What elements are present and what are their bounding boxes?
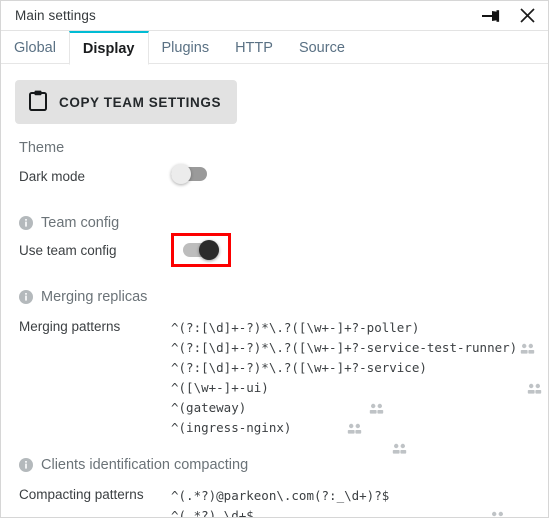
tab-label: Global — [14, 39, 56, 56]
main-settings-window: Main settings Global Display Plugins HTT… — [0, 0, 549, 518]
tab-label: Plugins — [161, 39, 210, 56]
tab-label: Display — [82, 40, 135, 57]
compacting-patterns-label: Compacting patterns — [19, 487, 144, 502]
pattern-item: ^(.*?)@parkeon\.com(?:_\d+)?$ — [171, 486, 503, 516]
pattern-item: ^(?:[\d]+-?)*\.?([\w+-]+?-service-test-r… — [171, 338, 542, 357]
section-title-merging-replicas: Merging replicas — [19, 289, 548, 305]
pattern-item: ^(ingress-nginx) — [171, 418, 542, 454]
tab-display[interactable]: Display — [68, 31, 149, 65]
people-icon[interactable] — [256, 402, 361, 434]
row-use-team-config: Use team config — [1, 233, 548, 267]
section-title-clients-identification-compacting: Clients identification compacting — [19, 457, 548, 473]
row-dark-mode: Dark mode — [1, 164, 548, 187]
people-icon[interactable] — [429, 322, 534, 354]
merging-patterns-list: ^(?:[\d]+-?)*\.?([\w+-]+?-poller) ^(?:[\… — [171, 317, 542, 454]
title-bar-actions — [480, 5, 538, 27]
section-title-label: Merging replicas — [41, 289, 148, 305]
info-icon — [19, 458, 33, 472]
info-icon — [19, 216, 33, 230]
people-icon[interactable] — [399, 490, 503, 516]
tab-label: HTTP — [235, 39, 273, 56]
dark-mode-label: Dark mode — [19, 169, 86, 184]
pattern-text: ^(?:[\d]+-?)*\.?([\w+-]+?-poller) — [171, 320, 420, 335]
pattern-item: ^([\w+-]+-ui) — [171, 378, 542, 414]
pattern-text: ^(?:[\d]+-?)*\.?([\w+-]+?-service) — [171, 360, 427, 375]
use-team-config-toggle[interactable] — [183, 240, 219, 260]
pattern-item: ^(?:[\d]+-?)*\.?([\w+-]+?-service) — [171, 358, 542, 394]
pattern-item: ^(gateway) — [171, 398, 542, 434]
tab-plugins[interactable]: Plugins — [149, 31, 223, 64]
people-icon[interactable] — [279, 382, 384, 414]
clipboard-icon — [29, 90, 47, 114]
toggle-knob — [171, 164, 191, 184]
copy-team-settings-button[interactable]: COPY TEAM SETTINGS — [15, 80, 238, 124]
settings-tabs: Global Display Plugins HTTP Source — [1, 31, 548, 65]
people-icon[interactable] — [437, 362, 542, 394]
pin-icon[interactable] — [480, 5, 502, 27]
compacting-patterns-list: ^(.*?)@parkeon\.com(?:_\d+)?$ ^(.*?)_\d+… — [171, 485, 503, 518]
pattern-text: ^(.*?)_\d+$ — [171, 508, 254, 518]
pattern-text: ^(.*?)@parkeon\.com(?:_\d+)?$ — [171, 488, 390, 503]
merging-patterns-label: Merging patterns — [19, 319, 121, 334]
info-icon — [19, 290, 33, 304]
copy-team-settings-label: COPY TEAM SETTINGS — [59, 94, 222, 110]
window-title: Main settings — [15, 8, 96, 23]
pattern-text: ^([\w+-]+-ui) — [171, 380, 269, 395]
dark-mode-toggle[interactable] — [171, 164, 207, 184]
people-icon[interactable] — [527, 342, 542, 354]
use-team-config-highlight — [171, 233, 231, 267]
section-title-team-config: Team config — [19, 215, 548, 231]
pattern-text: ^(?:[\d]+-?)*\.?([\w+-]+?-service-test-r… — [171, 340, 518, 355]
section-title-theme: Theme — [19, 140, 548, 156]
people-icon[interactable] — [264, 510, 279, 518]
section-title-label: Theme — [19, 140, 65, 156]
display-tab-panel: COPY TEAM SETTINGS Theme Dark mode Team … — [1, 64, 548, 518]
section-title-label: Team config — [41, 215, 120, 231]
row-compacting-patterns: Compacting patterns ^(.*?)@parkeon\.com(… — [1, 485, 548, 518]
section-title-label: Clients identification compacting — [41, 457, 249, 473]
pattern-item: ^(.*?)_\d+$ — [171, 506, 414, 518]
people-icon[interactable] — [301, 422, 406, 454]
close-icon[interactable] — [516, 5, 538, 27]
pattern-item: ^(?:[\d]+-?)*\.?([\w+-]+?-poller) — [171, 318, 542, 354]
use-team-config-label: Use team config — [19, 243, 117, 258]
dark-mode-control — [171, 164, 207, 184]
tab-label: Source — [298, 39, 345, 56]
title-bar: Main settings — [1, 1, 548, 31]
toggle-knob — [199, 240, 219, 260]
row-merging-patterns: Merging patterns ^(?:[\d]+-?)*\.?([\w+-]… — [1, 317, 548, 454]
use-team-config-control — [171, 233, 231, 267]
tab-source[interactable]: Source — [286, 31, 358, 64]
tab-global[interactable]: Global — [1, 31, 69, 64]
pattern-text: ^(gateway) — [171, 400, 247, 415]
tab-http[interactable]: HTTP — [222, 31, 286, 64]
pattern-text: ^(ingress-nginx) — [171, 420, 292, 435]
